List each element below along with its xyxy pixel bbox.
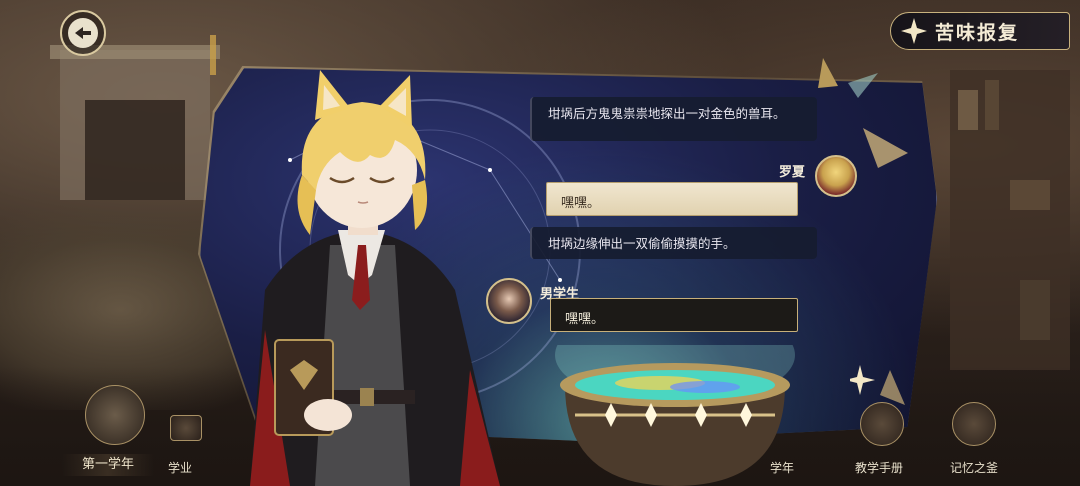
speaker-name-1: 罗夏 — [779, 165, 806, 180]
year-course-button[interactable]: 学年 — [770, 459, 794, 476]
memory-cauldron-icon — [952, 402, 996, 446]
handbook-button[interactable]: 教学手册 — [855, 459, 903, 476]
speech-bubble-2: 嘿嘿。 — [550, 298, 798, 332]
handbook-icon — [860, 402, 904, 446]
narration-box-1: 坩埚后方鬼鬼祟祟地探出一对金色的兽耳。 — [530, 97, 817, 141]
chapter-title-banner: 苦味报复 — [890, 12, 1070, 50]
glass-shard-decoration — [818, 58, 908, 168]
year-tab[interactable]: 第一学年 — [62, 454, 154, 476]
speech-bubble-1: 嘿嘿。 — [546, 182, 798, 216]
game-scene: 苦味报复 坩埚后方鬼鬼祟祟地探出一对金色的兽耳。 罗夏 嘿嘿。 坩埚边缘伸出一双… — [0, 0, 1080, 486]
academics-button[interactable]: 学业 — [168, 459, 192, 476]
chapter-title: 苦味报复 — [935, 21, 1020, 44]
memory-button[interactable]: 记忆之釜 — [950, 459, 998, 476]
back-arrow-icon — [68, 18, 98, 48]
fox-eared-student-character — [250, 70, 500, 486]
narration-box-2: 坩埚边缘伸出一双偷偷摸摸的手。 — [530, 227, 817, 259]
year-crest-icon — [85, 385, 145, 445]
academics-icon — [170, 415, 202, 441]
cauldron-decoration — [555, 345, 795, 486]
back-button[interactable] — [60, 10, 106, 56]
shelf-decoration — [950, 70, 1070, 370]
four-point-star-icon — [901, 18, 927, 44]
